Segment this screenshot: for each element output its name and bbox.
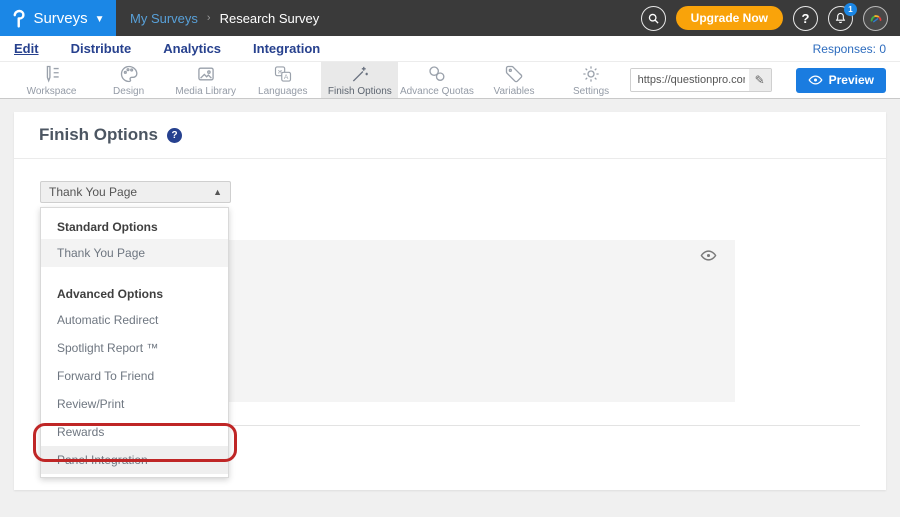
menu-item-spotlight-report[interactable]: Spotlight Report ™: [41, 334, 228, 362]
notification-badge: 1: [844, 3, 857, 16]
menu-item-review-print[interactable]: Review/Print: [41, 390, 228, 418]
menu-item-thank-you-page[interactable]: Thank You Page: [41, 239, 228, 267]
top-bar: Surveys ▼ My Surveys › Research Survey U…: [0, 0, 900, 36]
tab-distribute[interactable]: Distribute: [71, 41, 132, 56]
chevron-down-icon: ▼: [95, 14, 105, 25]
finish-option-select[interactable]: Thank You Page ▲: [40, 181, 231, 203]
questionpro-logo-icon: [11, 8, 26, 29]
notifications-button[interactable]: 1: [828, 6, 853, 31]
toolbar-item-advance-quotas[interactable]: Advance Quotas: [398, 62, 475, 98]
breadcrumb-current-survey: Research Survey: [220, 11, 320, 26]
preview-button[interactable]: Preview: [796, 68, 886, 93]
nav-tabs: Edit Distribute Analytics Integration: [14, 41, 320, 56]
finish-options-card: Finish Options ? Thank You Page ▲ Standa…: [14, 112, 886, 490]
edit-toolbar: Workspace Design Media Library ж A: [0, 62, 900, 99]
toolbar-item-languages[interactable]: ж A Languages: [244, 62, 321, 98]
breadcrumb-my-surveys[interactable]: My Surveys: [130, 11, 198, 26]
tab-analytics[interactable]: Analytics: [163, 41, 221, 56]
toolbar-item-media-library[interactable]: Media Library: [167, 62, 244, 98]
gear-icon: [581, 64, 601, 84]
toolbar-item-design[interactable]: Design: [90, 62, 167, 98]
search-icon: [647, 12, 660, 25]
upgrade-now-button[interactable]: Upgrade Now: [676, 6, 783, 30]
responses-count[interactable]: Responses: 0: [813, 42, 886, 56]
toolbar-item-workspace[interactable]: Workspace: [13, 62, 90, 98]
survey-url-input[interactable]: [631, 69, 749, 91]
tag-icon: [504, 64, 524, 84]
toolbar-item-variables[interactable]: Variables: [475, 62, 552, 98]
toolbar-item-settings[interactable]: Settings: [553, 62, 630, 98]
question-mark-icon: ?: [802, 11, 810, 26]
svg-text:A: A: [284, 74, 289, 81]
section-nav: Edit Distribute Analytics Integration Re…: [0, 36, 900, 62]
menu-item-automatic-redirect[interactable]: Automatic Redirect: [41, 306, 228, 334]
workspace-icon: [42, 64, 62, 84]
preview-eye-icon[interactable]: [700, 249, 717, 267]
toolbar-item-finish-options[interactable]: Finish Options: [321, 62, 398, 98]
breadcrumb: My Surveys › Research Survey: [130, 11, 319, 26]
menu-group-standard-options: Standard Options: [41, 214, 228, 239]
survey-url-group: ✎: [630, 68, 772, 92]
card-body: Thank You Page ▲ Standard Options Thank …: [14, 159, 886, 489]
edit-url-pencil-icon[interactable]: ✎: [749, 69, 771, 91]
dashboard-gauge-icon: [867, 10, 884, 27]
chain-links-icon: [427, 64, 447, 84]
help-button[interactable]: ?: [793, 6, 818, 31]
page-title: Finish Options: [39, 125, 158, 145]
image-icon: [196, 64, 216, 84]
translate-icon: ж A: [273, 64, 293, 84]
menu-item-rewards[interactable]: Rewards: [41, 418, 228, 446]
tab-integration[interactable]: Integration: [253, 41, 320, 56]
menu-item-panel-integration[interactable]: Panel Integration: [41, 446, 228, 474]
eye-icon: [808, 74, 823, 86]
menu-group-advanced-options: Advanced Options: [41, 281, 228, 306]
menu-gap: [41, 267, 228, 281]
toolbar-right: ✎ Preview: [630, 62, 900, 98]
magic-wand-icon: [350, 64, 370, 84]
topbar-actions: Upgrade Now ? 1: [641, 6, 900, 31]
chevron-up-icon: ▲: [213, 187, 222, 197]
help-icon[interactable]: ?: [167, 128, 182, 143]
tab-edit[interactable]: Edit: [14, 41, 39, 56]
breadcrumb-separator-icon: ›: [207, 12, 211, 24]
product-name: Surveys: [33, 10, 87, 27]
card-header: Finish Options ?: [14, 112, 886, 159]
palette-icon: [119, 64, 139, 84]
avatar[interactable]: [863, 6, 888, 31]
search-button[interactable]: [641, 6, 666, 31]
selected-option-label: Thank You Page: [49, 185, 137, 199]
menu-item-forward-to-friend[interactable]: Forward To Friend: [41, 362, 228, 390]
finish-option-menu: Standard Options Thank You Page Advanced…: [40, 207, 229, 478]
product-switcher[interactable]: Surveys ▼: [0, 0, 116, 36]
